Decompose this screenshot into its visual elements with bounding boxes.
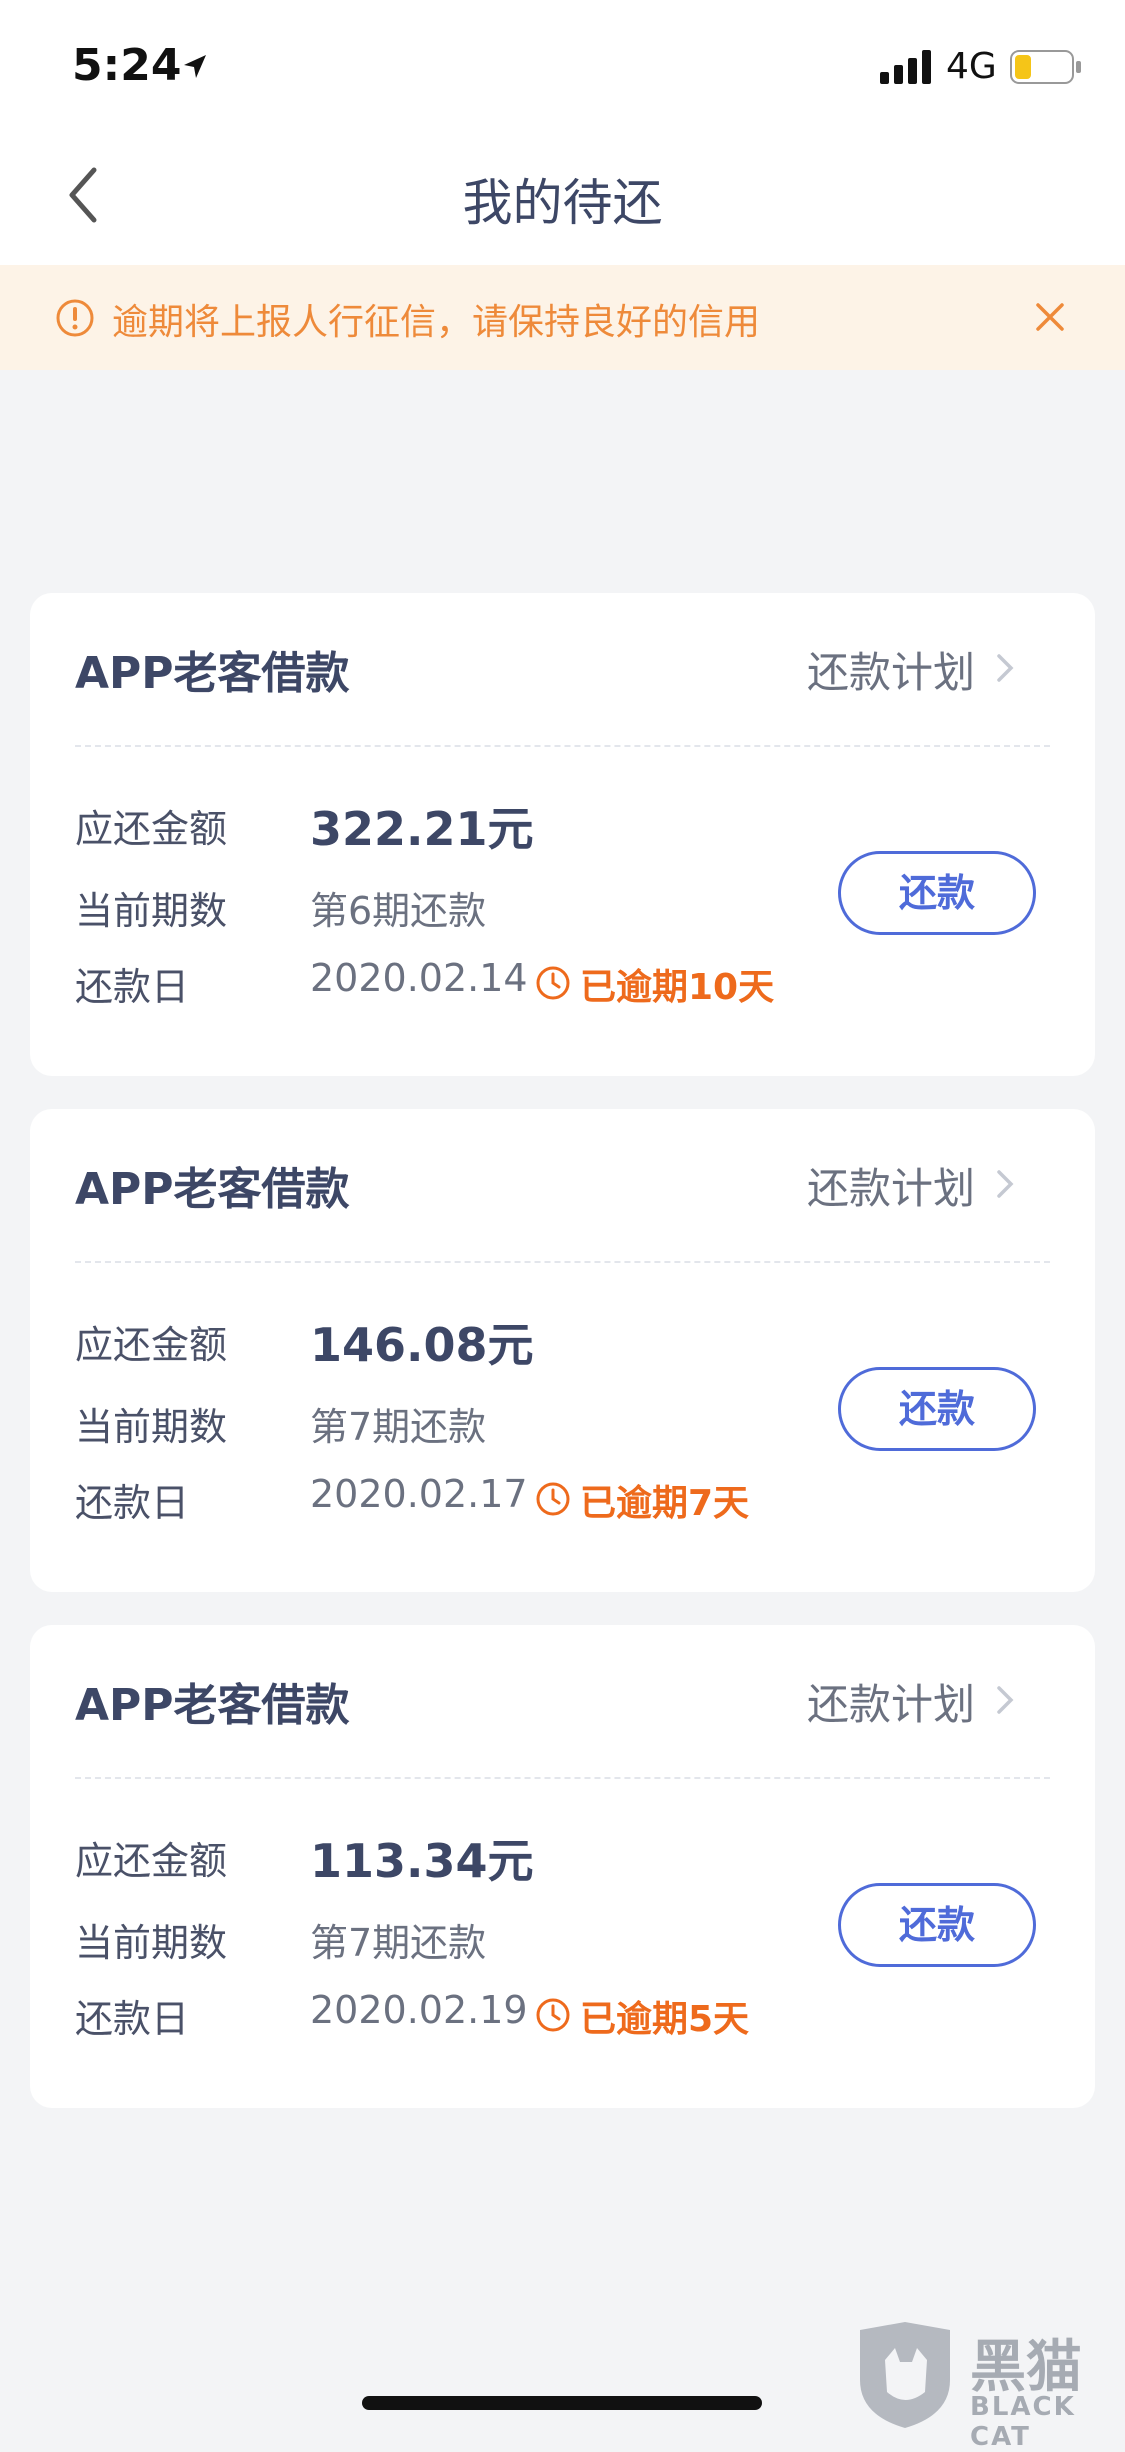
divider	[75, 745, 1050, 747]
loan-card: APP老客借款 还款计划 应还金额 322.21元 当前期数 第6期还款 还款日…	[30, 593, 1095, 1076]
chevron-right-icon[interactable]	[994, 1683, 1016, 1717]
divider	[75, 1261, 1050, 1263]
loan-card: APP老客借款 还款计划 应还金额 146.08元 当前期数 第7期还款 还款日…	[30, 1109, 1095, 1592]
loan-title: APP老客借款	[75, 1164, 350, 1215]
due-date-value: 2020.02.14	[310, 956, 528, 1000]
loan-title: APP老客借款	[75, 648, 350, 699]
repayment-plan-link[interactable]: 还款计划	[807, 1155, 975, 1216]
black-cat-watermark: 黑猫 BLACK CAT	[850, 2320, 1120, 2452]
due-date-label: 还款日	[75, 965, 190, 1009]
amount-label: 应还金额	[75, 1323, 228, 1367]
repay-button[interactable]: 还款	[838, 1367, 1036, 1451]
due-date-label: 还款日	[75, 1481, 190, 1525]
due-date-value: 2020.02.19	[310, 1988, 528, 2032]
amount-value: 113.34元	[310, 1834, 534, 1888]
chevron-right-icon[interactable]	[994, 651, 1016, 685]
amount-label: 应还金额	[75, 1839, 228, 1883]
loan-card: APP老客借款 还款计划 应还金额 113.34元 当前期数 第7期还款 还款日…	[30, 1625, 1095, 2108]
warning-icon	[56, 299, 94, 337]
notice-text: 逾期将上报人行征信，请保持良好的信用	[112, 302, 761, 343]
loan-title: APP老客借款	[75, 1680, 350, 1731]
clock-icon	[536, 1998, 570, 2032]
watermark-text: 黑猫	[970, 2335, 1082, 2400]
period-label: 当前期数	[75, 889, 228, 933]
period-value: 第7期还款	[310, 1405, 487, 1449]
repay-button[interactable]: 还款	[838, 1883, 1036, 1967]
location-arrow-icon	[184, 55, 206, 78]
due-date-value: 2020.02.17	[310, 1472, 528, 1516]
cat-shield-icon	[860, 2322, 950, 2428]
repay-button[interactable]: 还款	[838, 851, 1036, 935]
chevron-right-icon[interactable]	[994, 1167, 1016, 1201]
divider	[75, 1777, 1050, 1779]
overdue-status: 已逾期5天	[580, 1999, 750, 2040]
credit-notice-banner: 逾期将上报人行征信，请保持良好的信用	[0, 265, 1125, 370]
home-indicator[interactable]	[362, 2396, 762, 2410]
nav-bar: 我的待还	[0, 135, 1125, 265]
watermark-subtext: BLACK CAT	[970, 2392, 1076, 2452]
status-time: 5:24	[72, 40, 182, 91]
period-value: 第7期还款	[310, 1921, 487, 1965]
repayment-plan-link[interactable]: 还款计划	[807, 1671, 975, 1732]
due-date-label: 还款日	[75, 1997, 190, 2041]
amount-value: 322.21元	[310, 802, 534, 856]
status-bar: 5:24 4G	[0, 0, 1125, 135]
signal-icon	[880, 50, 931, 84]
battery-icon	[1010, 50, 1081, 84]
period-value: 第6期还款	[310, 889, 487, 933]
amount-value: 146.08元	[310, 1318, 534, 1372]
period-label: 当前期数	[75, 1921, 228, 1965]
period-label: 当前期数	[75, 1405, 228, 1449]
amount-label: 应还金额	[75, 807, 228, 851]
overdue-status: 已逾期7天	[580, 1483, 750, 1524]
page-title: 我的待还	[462, 174, 663, 232]
clock-icon	[536, 966, 570, 1000]
close-icon[interactable]	[1030, 297, 1070, 337]
overdue-status: 已逾期10天	[580, 967, 775, 1008]
clock-icon	[536, 1482, 570, 1516]
network-type: 4G	[946, 46, 997, 87]
repayment-plan-link[interactable]: 还款计划	[807, 639, 975, 700]
